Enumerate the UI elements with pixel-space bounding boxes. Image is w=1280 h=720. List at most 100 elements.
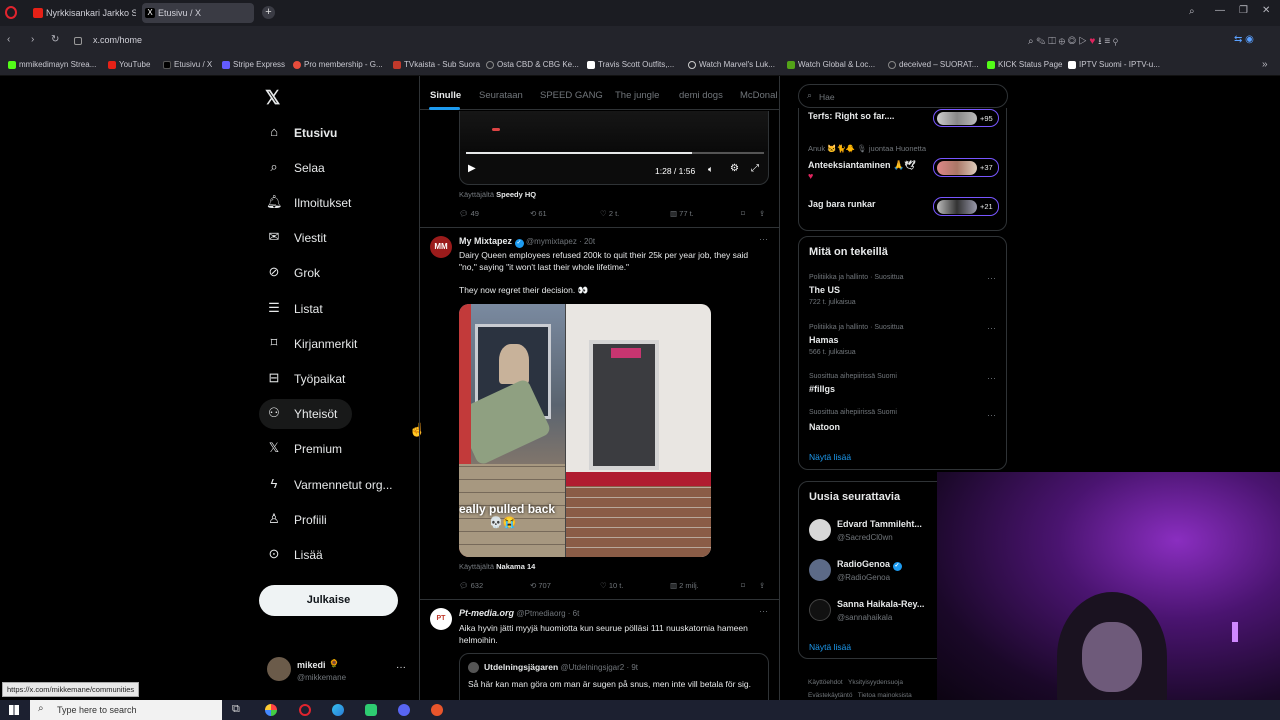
search-box[interactable]: ⌕ Hae bbox=[798, 84, 1008, 108]
bookmark-item[interactable]: Watch Marvel's Luk... bbox=[688, 60, 775, 69]
browser-tab-2[interactable]: X Etusivu / X bbox=[142, 3, 254, 23]
follow-name[interactable]: RadioGenoa ✓ bbox=[837, 559, 902, 571]
maximize-icon[interactable]: ❐ bbox=[1239, 5, 1248, 16]
footer-link[interactable]: Käyttöehdot bbox=[808, 679, 843, 686]
forward-icon[interactable]: › bbox=[31, 34, 34, 45]
quote-tweet[interactable]: Utdelningsjägaren @Utdelningsjgar2 · 9t … bbox=[459, 653, 769, 700]
space-listeners[interactable]: +21 bbox=[933, 197, 999, 216]
trend-more-icon[interactable]: ··· bbox=[987, 273, 996, 283]
account-switcher[interactable]: mikedi 🌻 @mikkemane ··· bbox=[262, 654, 410, 688]
show-more-link[interactable]: Näytä lisää bbox=[809, 642, 851, 652]
post-author[interactable]: My Mixtapez ✓ @mymixtapez · 20t bbox=[459, 236, 595, 248]
trend-name[interactable]: #fillgs bbox=[809, 384, 835, 394]
bookmark-item[interactable]: Etusivu / X bbox=[163, 60, 212, 69]
new-tab-icon[interactable]: + bbox=[262, 6, 275, 19]
back-icon[interactable]: ‹ bbox=[7, 34, 10, 45]
bookmark-item[interactable]: Stripe Express bbox=[222, 60, 285, 69]
space-listeners[interactable]: +37 bbox=[933, 158, 999, 177]
footer-link[interactable]: Yksityisyydensuoja bbox=[848, 679, 903, 686]
app-icon[interactable] bbox=[431, 704, 443, 716]
play-icon[interactable]: ▶ bbox=[468, 163, 476, 174]
video-progress-track[interactable] bbox=[466, 152, 764, 154]
post-image[interactable]: eally pulled back 💀😭 bbox=[459, 304, 711, 557]
tab-mcdonalds[interactable]: McDonal bbox=[740, 90, 778, 101]
reload-icon[interactable]: ↻ bbox=[51, 34, 59, 45]
like-button[interactable]: ♡ 10 t. bbox=[600, 581, 623, 590]
footer-link[interactable]: Evästekäytäntö bbox=[808, 692, 852, 699]
trend-name[interactable]: Hamas bbox=[809, 335, 839, 345]
space-listeners[interactable]: +95 bbox=[933, 109, 999, 127]
repost-button[interactable]: ⟲ 707 bbox=[530, 581, 551, 590]
bookmark-item[interactable]: Osta CBD & CBG Ke... bbox=[486, 60, 579, 69]
search-tabs-icon[interactable]: ⌕ bbox=[1189, 6, 1195, 17]
follow-name[interactable]: Edvard Tammileht... bbox=[837, 519, 922, 529]
minimize-icon[interactable]: — bbox=[1215, 5, 1225, 16]
volume-icon[interactable]: 🔈︎ bbox=[708, 164, 713, 175]
follow-name[interactable]: Sanna Haikala-Rey... bbox=[837, 599, 924, 609]
bookmark-item[interactable]: Pro membership - G... bbox=[293, 60, 383, 69]
space-title[interactable]: Anteeksiantaminen 🙏🕊 bbox=[808, 160, 916, 171]
show-more-link[interactable]: Näytä lisää bbox=[809, 452, 851, 462]
sidebar-icon[interactable]: ⇆ ◉ bbox=[1234, 34, 1254, 45]
bookmark-item[interactable]: YouTube bbox=[108, 60, 150, 69]
app-icon[interactable] bbox=[365, 704, 377, 716]
tab-the-jungle[interactable]: The jungle bbox=[615, 90, 659, 101]
settings-icon[interactable]: ⚙ bbox=[730, 163, 739, 174]
taskbar-search[interactable]: ⌕ Type here to search bbox=[30, 700, 222, 720]
close-icon[interactable]: ✕ bbox=[1262, 5, 1270, 16]
post-avatar[interactable]: PT bbox=[430, 608, 452, 630]
post-author[interactable]: Pt-media.org @Ptmediaorg · 6t bbox=[459, 608, 579, 618]
task-view-icon[interactable]: ⧉ bbox=[232, 703, 240, 716]
edge-icon[interactable] bbox=[332, 704, 344, 716]
bookmark-item[interactable]: TVkaista - Sub Suora bbox=[393, 60, 480, 69]
fullscreen-icon[interactable]: ⤢ bbox=[751, 163, 759, 174]
post-avatar[interactable]: MM bbox=[430, 236, 452, 258]
source-name[interactable]: Nakama 14 bbox=[496, 562, 535, 571]
bookmark-icon[interactable]: ⌑ bbox=[741, 581, 745, 590]
bookmark-item[interactable]: Watch Global & Loc... bbox=[787, 60, 875, 69]
tab-for-you[interactable]: Sinulle bbox=[430, 90, 461, 101]
footer-link[interactable]: Tietoa mainoksista bbox=[858, 692, 912, 699]
more-dots-icon[interactable]: ··· bbox=[396, 662, 406, 673]
trend-more-icon[interactable]: ··· bbox=[987, 410, 996, 420]
windows-start-icon[interactable] bbox=[9, 705, 19, 715]
trend-more-icon[interactable]: ··· bbox=[987, 373, 996, 383]
opera-logo-icon[interactable] bbox=[5, 6, 17, 19]
reply-button[interactable]: 💬︎ 632 bbox=[459, 581, 483, 590]
bookmark-icon[interactable]: ⌑ bbox=[741, 209, 745, 218]
post-button[interactable]: Julkaise bbox=[259, 585, 398, 616]
discord-icon[interactable] bbox=[398, 704, 410, 716]
reply-button[interactable]: 💬︎ 49 bbox=[459, 209, 479, 218]
avatar[interactable] bbox=[809, 599, 831, 621]
share-icon[interactable]: ⇪ bbox=[759, 581, 765, 590]
app-icon[interactable] bbox=[265, 704, 277, 716]
bookmark-item[interactable]: mmikedimayn Strea... bbox=[8, 60, 96, 69]
space-title[interactable]: Terfs: Right so far.... bbox=[808, 111, 894, 121]
share-icon[interactable]: ⇪ bbox=[759, 209, 765, 218]
views-count[interactable]: ▥ 2 milj. bbox=[670, 581, 699, 590]
bookmark-item[interactable]: KICK Status Page bbox=[987, 60, 1062, 69]
extensions-icon[interactable]: ⌕ ✎ ◫ ⊕ ◎ ▷ ♥ ⭳ ≡ ⚲ bbox=[1028, 34, 1118, 51]
tab-following[interactable]: Seurataan bbox=[479, 90, 523, 101]
tab-demi-dogs[interactable]: demi dogs bbox=[679, 90, 723, 101]
bookmark-item[interactable]: Travis Scott Outfits,... bbox=[587, 60, 674, 69]
video-player[interactable]: ▶ 1:28 / 1:56 🔈︎ ⚙ ⤢ bbox=[459, 111, 769, 185]
views-count[interactable]: ▥ 77 t. bbox=[670, 209, 694, 218]
avatar[interactable] bbox=[809, 519, 831, 541]
browser-tab-1[interactable]: Nyrkkisankari Jarkko Steni bbox=[30, 3, 136, 23]
post-more-icon[interactable]: ··· bbox=[759, 234, 768, 244]
bookmark-item[interactable]: IPTV Suomi - IPTV-u... bbox=[1068, 60, 1160, 69]
x-logo-icon[interactable]: 𝕏 bbox=[265, 87, 280, 110]
trend-name[interactable]: Natoon bbox=[809, 422, 840, 432]
repost-button[interactable]: ⟲ 61 bbox=[530, 209, 547, 218]
space-title[interactable]: Jag bara runkar bbox=[808, 199, 876, 209]
url-field[interactable]: x.com/home bbox=[93, 35, 142, 45]
post-more-icon[interactable]: ··· bbox=[759, 606, 768, 616]
avatar[interactable] bbox=[809, 559, 831, 581]
tab-speed-gang[interactable]: SPEED GANG bbox=[540, 90, 603, 101]
more-bookmarks-icon[interactable]: » bbox=[1262, 59, 1268, 70]
trend-more-icon[interactable]: ··· bbox=[987, 323, 996, 333]
bookmark-item[interactable]: deceived – SUORAT... bbox=[888, 60, 978, 69]
like-button[interactable]: ♡ 2 t. bbox=[600, 209, 619, 218]
opera-icon[interactable] bbox=[299, 704, 311, 716]
